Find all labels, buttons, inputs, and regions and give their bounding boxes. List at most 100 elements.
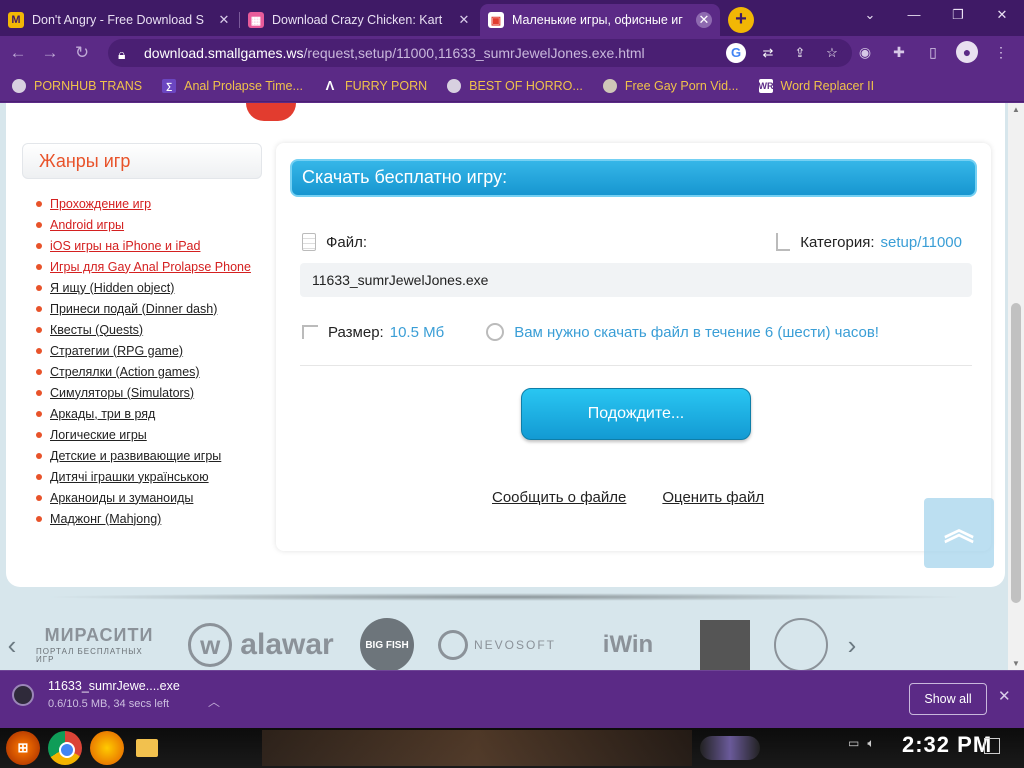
action-center-icon[interactable] [984, 738, 1000, 754]
genre-link[interactable]: Дитячі іграшки українською [50, 470, 209, 484]
scroll-to-top-button[interactable]: ︽ [924, 498, 994, 568]
chevron-left-icon[interactable]: ‹ [0, 630, 24, 661]
bookmark-item[interactable]: BEST OF HORRO... [447, 78, 583, 93]
close-shelf-icon[interactable]: ✕ [998, 687, 1011, 705]
folder-taskbar-icon[interactable] [136, 739, 158, 757]
page-scrollbar[interactable]: ▲ ▼ [1008, 103, 1024, 670]
genre-link[interactable]: Симуляторы (Simulators) [50, 386, 194, 400]
page-card: Жанры игр Прохождение игр Android игры iOS… [6, 103, 1005, 587]
translate-icon[interactable]: ⇄ [758, 43, 778, 63]
genre-link[interactable]: Я ищу (Hidden object) [50, 281, 174, 295]
genre-link[interactable]: Маджонг (Mahjong) [50, 512, 161, 526]
scrollbar-thumb[interactable] [1011, 303, 1021, 603]
globe-icon [447, 78, 462, 93]
bookmark-label: FURRY PORN [344, 78, 428, 93]
tab-smallgames[interactable]: ▣ Маленькие игры, офисные иг ✕ [480, 4, 720, 36]
side-panel-icon[interactable]: ▯ [922, 41, 944, 63]
nevosoft-swirl-icon [438, 630, 468, 660]
site-logo-fragment[interactable] [246, 103, 296, 121]
partner-logo-bigfish[interactable]: BIG FISH [360, 618, 414, 670]
bullet-icon [36, 326, 42, 333]
bullet-icon [36, 515, 42, 522]
download-item[interactable]: 11633_sumrJewe....exe 0.6/10.5 MB, 34 se… [12, 679, 180, 710]
category-link[interactable]: setup/11000 [881, 234, 962, 251]
genre-link[interactable]: Стрелялки (Action games) [50, 365, 200, 379]
extensions-area: ◉ ✚ ▯ ● ⋮ [854, 41, 1012, 63]
restore-icon[interactable]: ❐ [936, 0, 980, 30]
download-shelf: 11633_sumrJewe....exe 0.6/10.5 MB, 34 se… [0, 670, 1024, 728]
genre-link[interactable]: Квесты (Quests) [50, 323, 143, 337]
profile-avatar-icon[interactable]: ● [956, 41, 978, 63]
partner-logo-round[interactable] [774, 618, 828, 670]
close-tab-icon[interactable]: ✕ [696, 12, 712, 28]
address-bar[interactable]: 🔒︎ download.smallgames.ws/request,setup/… [108, 39, 852, 67]
bookmark-item[interactable]: Λ FURRY PORN [323, 78, 428, 93]
close-tab-icon[interactable]: ✕ [456, 12, 472, 28]
forward-icon[interactable]: → [36, 39, 64, 67]
genre-item: Аркады, три в ряд [36, 403, 262, 424]
extension-avatar-icon[interactable]: ◉ [854, 41, 876, 63]
network-icon[interactable]: ▭ [848, 736, 859, 751]
bullet-icon [36, 389, 42, 396]
chrome-taskbar-icon[interactable] [48, 731, 82, 765]
filename-box: 11633_sumrJewelJones.exe [300, 263, 972, 297]
genre-link[interactable]: Детские и развивающие игры [50, 449, 221, 463]
share-icon[interactable]: ⇪ [790, 43, 810, 63]
google-lens-icon[interactable]: G [726, 43, 746, 63]
partner-logo-miracity[interactable]: МИРАСИТИ ПОРТАЛ БЕСПЛАТНЫХ ИГР [36, 621, 162, 669]
bookmark-label: Anal Prolapse Time... [184, 78, 303, 93]
bookmark-item[interactable]: PORNHUB TRANS [12, 78, 142, 93]
tab-dont-angry[interactable]: M Don't Angry - Free Download S ✕ [0, 4, 240, 36]
partners-carousel: ‹ МИРАСИТИ ПОРТАЛ БЕСПЛАТНЫХ ИГР w alawar … [0, 615, 1008, 670]
taskbar-clock[interactable]: 2:32 PM [902, 732, 992, 758]
rate-file-link[interactable]: Оценить файл [662, 489, 764, 506]
partner-logo-iwin[interactable]: iWin [580, 621, 676, 669]
bookmark-label: Word Replacer II [780, 78, 875, 93]
taskbar-wallpaper-area [262, 730, 692, 766]
bullet-icon [36, 305, 42, 312]
chevron-right-icon[interactable]: › [840, 630, 864, 661]
show-all-button[interactable]: Show all [909, 683, 987, 715]
genre-link[interactable]: Принеси подай (Dinner dash) [50, 302, 217, 316]
scroll-down-arrow-icon[interactable]: ▼ [1012, 659, 1020, 668]
tab-favicon-icon: ▣ [488, 12, 504, 28]
firefox-taskbar-icon[interactable] [90, 731, 124, 765]
alawar-w-icon: w [188, 623, 233, 667]
close-tab-icon[interactable]: ✕ [216, 12, 232, 28]
genre-link[interactable]: iOS игры на iPhone и iPad [50, 239, 200, 253]
bookmark-item[interactable]: WR Word Replacer II [758, 78, 875, 93]
wr-icon: WR [758, 78, 774, 93]
menu-kebab-icon[interactable]: ⋮ [990, 41, 1012, 63]
volume-icon[interactable]: 🔈︎ [867, 736, 874, 751]
genre-link[interactable]: Android игры [50, 218, 124, 232]
wait-download-button[interactable]: Подождите... [521, 388, 751, 440]
genre-link[interactable]: Прохождение игр [50, 197, 151, 211]
genre-item: Android игры [36, 214, 262, 235]
bookmark-item[interactable]: Free Gay Porn Vid... [602, 78, 739, 93]
genre-link[interactable]: Аркады, три в ряд [50, 407, 155, 421]
reload-icon[interactable]: ↻ [68, 39, 96, 67]
back-icon[interactable]: ← [4, 39, 32, 67]
report-file-link[interactable]: Сообщить о файле [492, 489, 626, 506]
scroll-up-arrow-icon[interactable]: ▲ [1012, 105, 1020, 114]
partner-logo-square[interactable] [700, 620, 750, 670]
genre-link[interactable]: Стратегии (RPG game) [50, 344, 183, 358]
tab-search-icon[interactable]: ⌄ [848, 0, 892, 30]
genre-link[interactable]: Игры для Gay Anal Prolapse Phone [50, 260, 251, 274]
chevron-up-icon[interactable]: ︿ [208, 693, 220, 710]
start-button[interactable]: ⊞ [6, 731, 40, 765]
genre-link[interactable]: Арканоиды и зуманоиды [50, 491, 193, 505]
extensions-puzzle-icon[interactable]: ✚ [888, 41, 910, 63]
minimize-icon[interactable]: — [892, 0, 936, 30]
bookmark-item[interactable]: ∑ Anal Prolapse Time... [162, 78, 303, 93]
genre-link[interactable]: Логические игры [50, 428, 147, 442]
new-tab-button[interactable]: + [728, 7, 754, 33]
genres-list: Прохождение игр Android игры iOS игры на i… [22, 193, 262, 529]
screen: M Don't Angry - Free Download S ✕ ▦ Down… [0, 0, 1024, 768]
close-window-icon[interactable]: ✕ [980, 0, 1024, 30]
tab-crazy-chicken[interactable]: ▦ Download Crazy Chicken: Kart ✕ [240, 4, 480, 36]
lock-icon[interactable]: 🔒︎ [118, 46, 132, 62]
partner-logo-nevosoft[interactable]: NEVOSOFT [438, 621, 556, 669]
bookmark-star-icon[interactable]: ☆ [822, 43, 842, 63]
partner-logo-alawar[interactable]: w alawar [186, 621, 336, 669]
